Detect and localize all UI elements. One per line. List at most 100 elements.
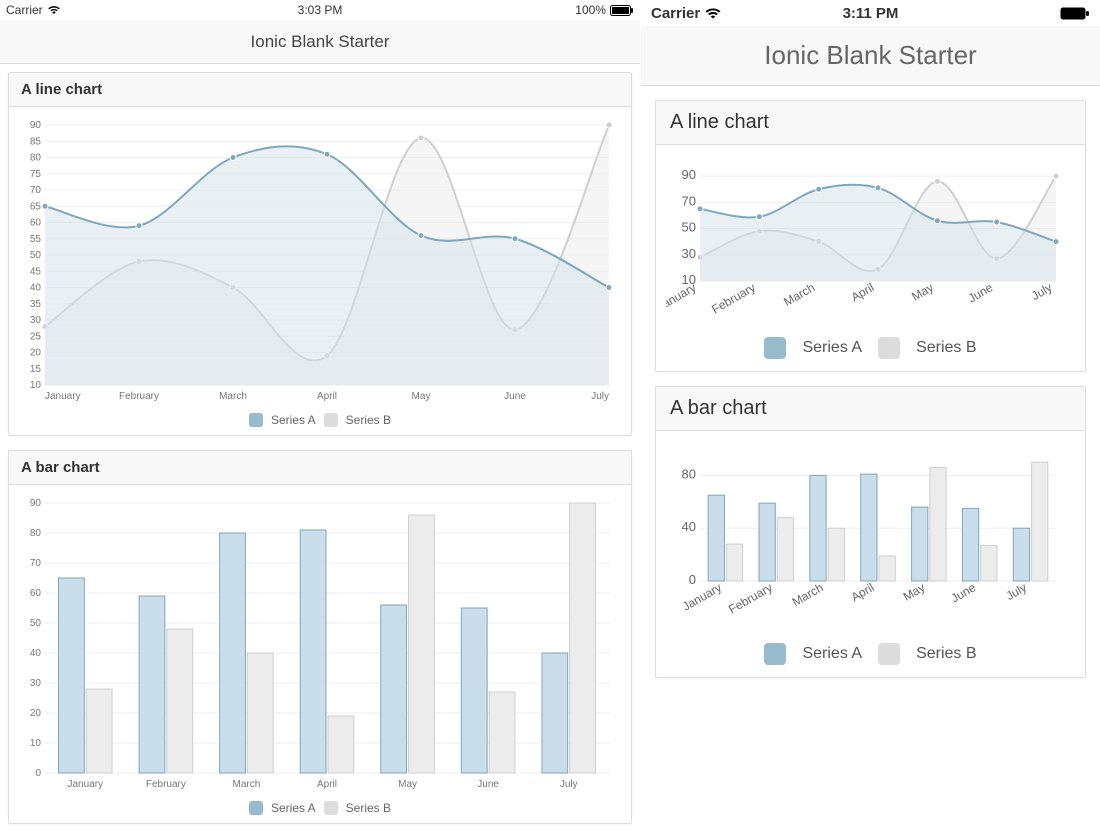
line-chart[interactable]: 1015202530354045505560657075808590Januar…: [19, 117, 621, 407]
svg-text:0: 0: [35, 768, 41, 779]
svg-text:February: February: [726, 580, 775, 616]
legend-swatch-a: [764, 643, 786, 665]
svg-text:90: 90: [30, 120, 42, 131]
svg-text:20: 20: [30, 348, 42, 359]
svg-text:July: July: [560, 779, 578, 790]
wifi-icon: [47, 5, 61, 15]
svg-text:July: July: [1004, 580, 1029, 603]
device-left: Carrier 3:03 PM 100% Ionic Blank Starter…: [0, 0, 640, 838]
svg-text:March: March: [790, 580, 826, 609]
svg-text:May: May: [901, 580, 928, 603]
svg-text:50: 50: [30, 618, 42, 629]
svg-text:January: January: [67, 779, 103, 790]
legend-swatch-b: [878, 643, 900, 665]
content-left: A line chart 101520253035404550556065707…: [0, 64, 640, 838]
legend-label-a: Series A: [802, 645, 862, 663]
svg-text:July: July: [1029, 280, 1054, 303]
svg-text:60: 60: [30, 588, 42, 599]
svg-text:85: 85: [30, 136, 42, 147]
svg-text:90: 90: [30, 498, 42, 509]
svg-text:May: May: [412, 391, 431, 402]
clock: 3:03 PM: [298, 3, 343, 17]
svg-text:40: 40: [682, 519, 696, 534]
card-line-chart: A line chart 1030507090JanuaryFebruaryMa…: [655, 100, 1086, 372]
wifi-icon: [704, 7, 722, 20]
legend-swatch-b: [324, 801, 338, 815]
svg-text:March: March: [219, 391, 247, 402]
svg-text:50: 50: [30, 250, 42, 261]
battery-icon: [1060, 7, 1090, 20]
svg-text:April: April: [849, 580, 877, 604]
svg-text:February: February: [146, 779, 186, 790]
bar-chart[interactable]: 04080JanuaryFebruaryMarchAprilMayJuneJul…: [666, 441, 1075, 631]
card-header-line: A line chart: [9, 73, 631, 107]
svg-text:January: January: [680, 580, 724, 613]
legend-label-a: Series A: [271, 801, 316, 815]
bar-chart[interactable]: 0 10 20 30 40 50 60 70 80 90 January February March A…: [19, 495, 621, 795]
legend-swatch-a: [764, 337, 786, 359]
svg-text:June: June: [504, 391, 526, 402]
svg-text:10: 10: [30, 380, 42, 391]
svg-text:10: 10: [30, 738, 42, 749]
svg-text:25: 25: [30, 331, 42, 342]
svg-text:June: June: [966, 280, 996, 305]
card-header-line: A line chart: [656, 101, 1085, 145]
line-chart[interactable]: 1030507090JanuaryFebruaryMarchAprilMayJu…: [666, 155, 1075, 325]
svg-text:75: 75: [30, 169, 42, 180]
page-title: Ionic Blank Starter: [251, 32, 390, 52]
device-right: Carrier 3:11 PM Ionic Blank Starter A li…: [640, 0, 1100, 838]
nav-header: Ionic Blank Starter: [0, 20, 640, 64]
svg-text:0: 0: [689, 572, 696, 587]
svg-text:65: 65: [30, 201, 42, 212]
svg-text:80: 80: [30, 528, 42, 539]
card-bar-chart: A bar chart 0 10 20 30 40 50 60 70 80 90 January Fe…: [8, 450, 632, 824]
svg-text:20: 20: [30, 708, 42, 719]
svg-text:80: 80: [682, 466, 696, 481]
legend: Series A Series B: [19, 407, 621, 429]
card-header-bar: A bar chart: [9, 451, 631, 485]
legend: Series A Series B: [666, 631, 1075, 671]
battery-percent: 100%: [575, 3, 606, 17]
svg-text:February: February: [709, 280, 758, 316]
svg-text:80: 80: [30, 153, 42, 164]
legend: Series A Series B: [666, 325, 1075, 365]
page-title: Ionic Blank Starter: [764, 40, 976, 71]
svg-text:June: June: [477, 779, 499, 790]
carrier-label: Carrier: [6, 3, 43, 17]
svg-text:60: 60: [30, 218, 42, 229]
svg-text:30: 30: [682, 246, 696, 261]
nav-header: Ionic Blank Starter: [641, 26, 1100, 86]
legend-label-a: Series A: [271, 413, 316, 427]
svg-text:April: April: [317, 779, 337, 790]
svg-text:50: 50: [682, 220, 696, 235]
card-header-bar: A bar chart: [656, 387, 1085, 431]
svg-text:May: May: [909, 280, 936, 303]
legend-label-a: Series A: [802, 339, 862, 357]
svg-text:February: February: [119, 391, 159, 402]
legend-swatch-b: [324, 413, 338, 427]
svg-text:30: 30: [30, 678, 42, 689]
legend-label-b: Series B: [916, 645, 976, 663]
card-bar-chart: A bar chart 0 40 80 JanuaryFebruary March Apr…: [655, 386, 1086, 678]
svg-text:55: 55: [30, 234, 42, 245]
svg-text:15: 15: [30, 364, 42, 375]
svg-text:70: 70: [30, 558, 42, 569]
legend-swatch-b: [878, 337, 900, 359]
svg-text:April: April: [849, 280, 877, 304]
status-bar: Carrier 3:11 PM: [641, 0, 1100, 26]
carrier-label: Carrier: [651, 5, 700, 22]
svg-text:70: 70: [30, 185, 42, 196]
battery-icon: [610, 5, 634, 16]
content-right: A line chart 1030507090JanuaryFebruaryMa…: [641, 86, 1100, 838]
svg-text:70: 70: [682, 193, 696, 208]
legend-swatch-a: [249, 801, 263, 815]
legend-label-b: Series B: [346, 801, 391, 815]
svg-text:30: 30: [30, 315, 42, 326]
svg-text:40: 40: [30, 648, 42, 659]
svg-text:90: 90: [682, 167, 696, 182]
svg-text:January: January: [666, 280, 699, 313]
svg-text:March: March: [233, 779, 261, 790]
svg-text:35: 35: [30, 299, 42, 310]
svg-text:March: March: [781, 280, 817, 309]
legend-swatch-a: [249, 413, 263, 427]
